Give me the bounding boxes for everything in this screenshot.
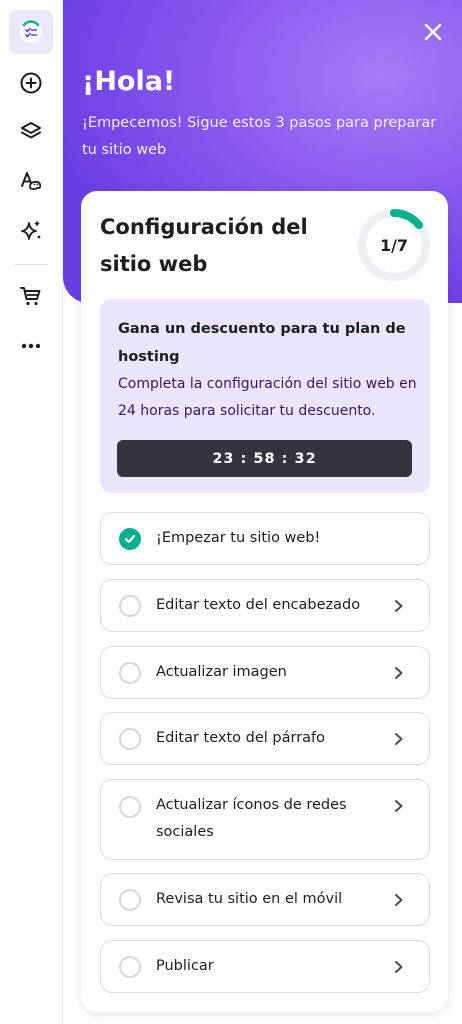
step-label: Editar texto del párrafo bbox=[156, 730, 326, 746]
page-title: ¡Hola! bbox=[82, 66, 176, 97]
add-element-button[interactable] bbox=[9, 61, 53, 105]
discount-text: Completa la configuración del sitio web … bbox=[118, 376, 417, 419]
styles-palette-icon bbox=[21, 172, 42, 190]
check-circle-icon bbox=[119, 528, 141, 550]
ai-sparkle-icon bbox=[21, 220, 41, 240]
step-label: ¡Empezar tu sitio web! bbox=[156, 530, 321, 546]
cart-icon bbox=[20, 287, 41, 306]
add-circle-icon bbox=[20, 72, 42, 94]
card-title: Configuración del sitio web bbox=[100, 215, 308, 276]
sidebar-divider bbox=[14, 264, 48, 265]
checklist-icon bbox=[20, 20, 42, 43]
step-item-publish[interactable]: Publicar bbox=[100, 940, 430, 993]
step-item-mobile-review[interactable]: Revisa tu sitio en el móvil bbox=[100, 873, 430, 926]
countdown-timer: 23 : 58 : 32 bbox=[117, 440, 412, 477]
chevron-right-icon bbox=[395, 667, 403, 679]
empty-circle-icon bbox=[119, 956, 141, 978]
step-label: Publicar bbox=[156, 958, 214, 974]
empty-circle-icon bbox=[119, 595, 141, 617]
step-label: Revisa tu sitio en el móvil bbox=[156, 891, 343, 907]
progress-label: 1/7 bbox=[379, 235, 409, 255]
empty-circle-icon bbox=[119, 662, 141, 684]
discount-title: Gana un descuento para tu plan de hostin… bbox=[118, 321, 406, 365]
discount-banner: Gana un descuento para tu plan de hostin… bbox=[100, 299, 430, 493]
more-dots-icon bbox=[21, 343, 41, 349]
styles-button[interactable] bbox=[9, 159, 53, 203]
chevron-right-icon bbox=[395, 733, 403, 745]
close-icon[interactable] bbox=[422, 21, 444, 43]
chevron-right-icon bbox=[395, 600, 403, 612]
empty-circle-icon bbox=[119, 728, 141, 750]
step-item-paragraph[interactable]: Editar texto del párrafo bbox=[100, 712, 430, 765]
chevron-right-icon bbox=[395, 961, 403, 973]
ai-tools-button[interactable] bbox=[9, 208, 53, 252]
step-item-image[interactable]: Actualizar imagen bbox=[100, 646, 430, 699]
step-item-header-text[interactable]: Editar texto del encabezado bbox=[100, 579, 430, 632]
step-label: Editar texto del encabezado bbox=[156, 597, 361, 613]
step-label: Actualizar imagen bbox=[156, 664, 287, 680]
layers-button[interactable] bbox=[9, 110, 53, 154]
checklist-button[interactable] bbox=[9, 10, 53, 54]
step-item-start[interactable]: ¡Empezar tu sitio web! bbox=[100, 512, 430, 565]
setup-card: Configuración del sitio web 1/7 Gana un … bbox=[81, 191, 448, 1012]
empty-circle-icon bbox=[119, 796, 141, 818]
step-item-social-icons[interactable]: Actualizar íconos de redes sociales bbox=[100, 779, 430, 860]
more-button[interactable] bbox=[9, 324, 53, 368]
chevron-right-icon bbox=[395, 894, 403, 906]
left-sidebar bbox=[0, 0, 63, 1024]
page-subtitle: ¡Empecemos! Sigue estos 3 pasos para pre… bbox=[82, 115, 437, 158]
chevron-right-icon bbox=[395, 800, 403, 812]
step-label: Actualizar íconos de redes sociales bbox=[156, 797, 347, 840]
layers-icon bbox=[21, 122, 41, 139]
store-button[interactable] bbox=[9, 274, 53, 318]
empty-circle-icon bbox=[119, 889, 141, 911]
